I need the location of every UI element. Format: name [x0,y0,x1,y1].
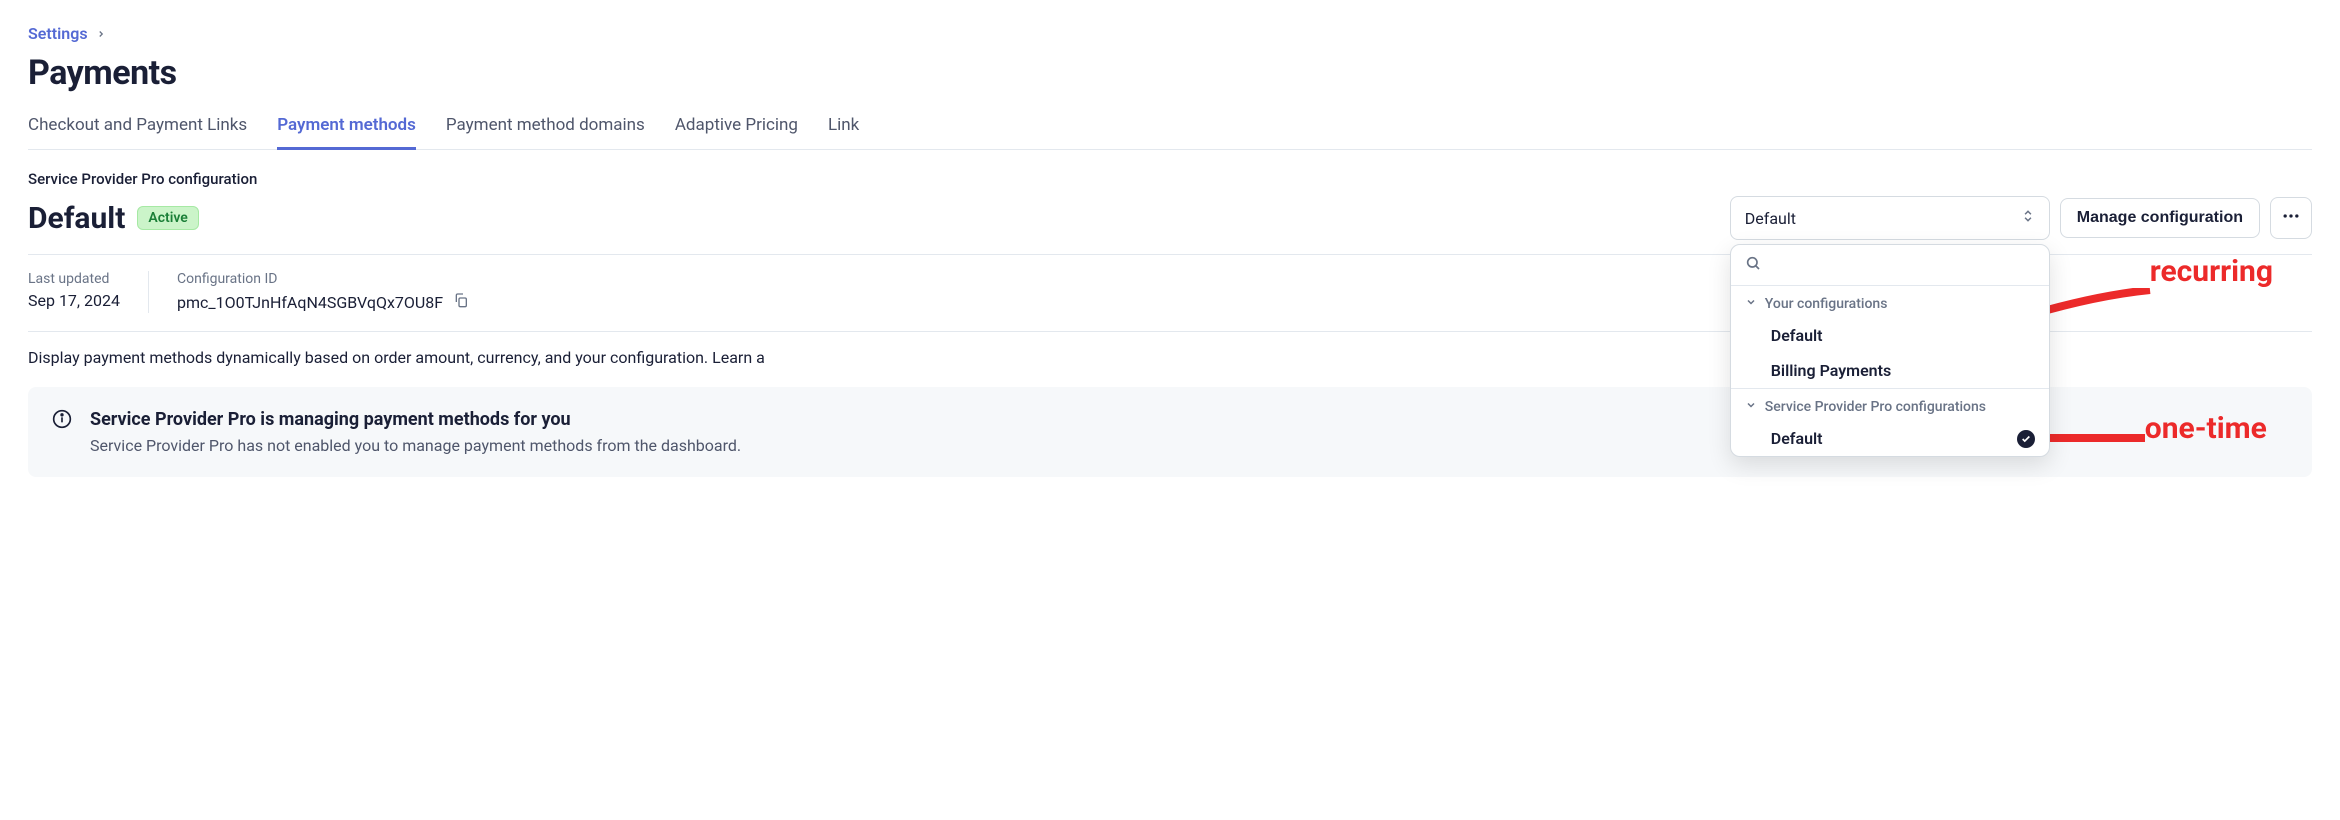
meta-config-id: Configuration ID pmc_1O0TJnHfAqN4SGBVqQx… [148,271,469,313]
breadcrumb-settings-link[interactable]: Settings [28,24,88,43]
chevron-down-icon [1745,399,1757,415]
config-section-label: Service Provider Pro configuration [28,170,2312,188]
config-select[interactable]: Default [1730,196,2050,240]
chevron-up-down-icon [2021,207,2035,229]
dropdown-item-label: Billing Payments [1771,361,1891,380]
tab-link[interactable]: Link [828,111,859,149]
tab-checkout-links[interactable]: Checkout and Payment Links [28,111,247,149]
config-select-dropdown: Your configurations Default Billing Paym… [1730,244,2050,457]
manage-configuration-button[interactable]: Manage configuration [2060,198,2260,238]
config-right: Default Your configurations [1730,196,2312,240]
dropdown-search-input[interactable] [1769,257,2035,274]
meta-label-last-updated: Last updated [28,271,120,287]
tab-payment-method-domains[interactable]: Payment method domains [446,111,645,149]
config-header-row: Default Active Default [28,196,2312,240]
meta-value-last-updated: Sep 17, 2024 [28,291,120,310]
chevron-right-icon [96,25,106,43]
tabs-row: Checkout and Payment Links Payment metho… [28,111,2312,150]
config-left: Default Active [28,201,199,236]
page-title: Payments [28,53,2312,93]
more-horizontal-icon [2281,206,2301,231]
dropdown-item-label: Default [1771,429,1823,448]
tab-adaptive-pricing[interactable]: Adaptive Pricing [675,111,798,149]
dropdown-group-header-your[interactable]: Your configurations [1731,286,2049,318]
breadcrumb: Settings [28,24,2312,43]
more-menu-button[interactable] [2270,197,2312,239]
dropdown-item-default-your[interactable]: Default [1731,318,2049,353]
dropdown-item-billing-payments[interactable]: Billing Payments [1731,353,2049,388]
config-select-value: Default [1745,209,1796,228]
meta-label-config-id: Configuration ID [177,271,469,287]
dropdown-item-default-spp[interactable]: Default [1731,421,2049,456]
info-panel-title: Service Provider Pro is managing payment… [90,409,741,430]
meta-value-config-id: pmc_1O0TJnHfAqN4SGBVqQx7OU8F [177,293,443,312]
chevron-down-icon [1745,296,1757,312]
check-circle-icon [2017,430,2035,448]
dropdown-group-label: Service Provider Pro configurations [1765,399,1986,415]
info-body: Service Provider Pro is managing payment… [90,409,741,455]
dropdown-group-header-spp[interactable]: Service Provider Pro configurations [1731,389,2049,421]
dropdown-item-label: Default [1771,326,1823,345]
meta-last-updated: Last updated Sep 17, 2024 [28,271,120,313]
config-select-wrap: Default Your configurations [1730,196,2050,240]
status-badge: Active [137,206,198,230]
info-panel-subtitle: Service Provider Pro has not enabled you… [90,436,741,455]
tab-payment-methods[interactable]: Payment methods [277,111,416,149]
dropdown-search-row [1731,245,2049,286]
dropdown-group-label: Your configurations [1765,296,1888,312]
copy-icon[interactable] [453,291,469,313]
search-icon [1745,255,1761,275]
config-title: Default [28,201,125,236]
info-icon [52,409,72,433]
